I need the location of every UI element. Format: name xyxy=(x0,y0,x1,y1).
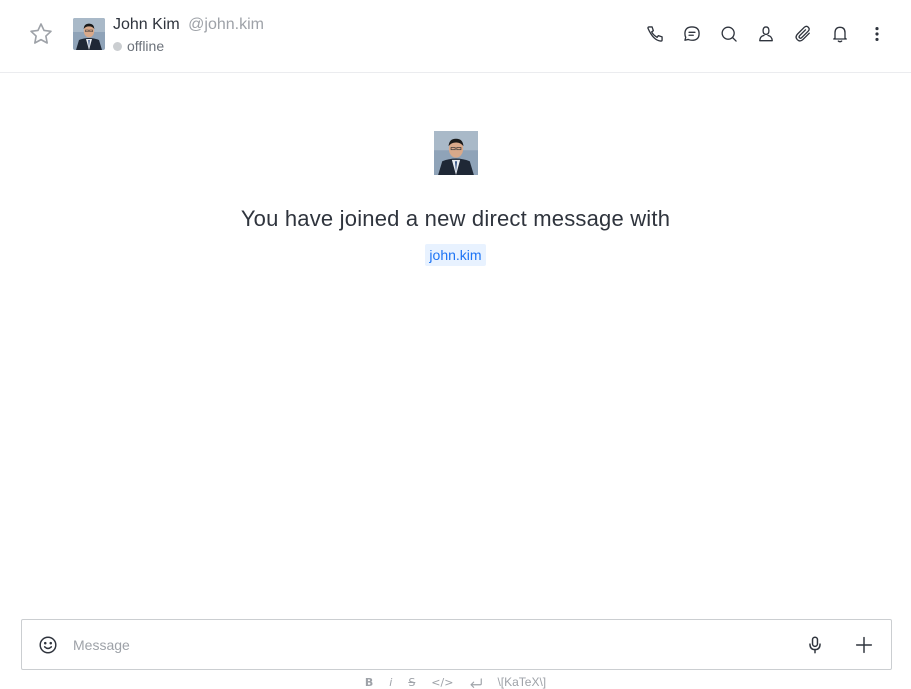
italic-button[interactable]: i xyxy=(389,676,392,689)
user-name: John Kim xyxy=(113,16,180,33)
bold-button[interactable]: B xyxy=(365,676,373,689)
multiline-icon[interactable] xyxy=(469,677,483,689)
star-icon[interactable] xyxy=(28,21,54,47)
avatar[interactable] xyxy=(73,18,105,50)
phone-icon xyxy=(647,26,663,42)
header-toolbar xyxy=(630,22,889,46)
bell-icon xyxy=(833,26,847,43)
message-composer xyxy=(21,619,892,670)
search-button[interactable] xyxy=(717,22,741,46)
status-text: offline xyxy=(127,38,165,54)
room-header: John Kim @john.kim offline xyxy=(0,0,911,73)
discussion-icon xyxy=(684,26,700,41)
room-title[interactable]: John Kim @john.kim xyxy=(113,16,264,34)
plus-icon[interactable] xyxy=(853,634,875,656)
intro-text: You have joined a new direct message wit… xyxy=(240,206,671,231)
user-info-button[interactable] xyxy=(754,22,778,46)
user-status: offline xyxy=(113,38,164,54)
code-button[interactable]: </> xyxy=(431,676,453,689)
status-dot-icon xyxy=(113,41,122,51)
user-icon xyxy=(759,26,773,42)
paperclip-icon xyxy=(795,25,810,42)
user-mention[interactable]: john.kim xyxy=(425,244,486,266)
kebab-icon xyxy=(875,27,879,41)
kebab-menu-button[interactable] xyxy=(865,22,889,46)
formatting-toolbar: B i S </> \[KaTeX\] xyxy=(0,676,911,689)
search-icon xyxy=(721,26,737,42)
strike-button[interactable]: S xyxy=(408,676,415,689)
room-intro: You have joined a new direct message wit… xyxy=(0,131,911,266)
files-button[interactable] xyxy=(791,22,815,46)
emoji-icon[interactable] xyxy=(37,634,59,656)
notifications-button[interactable] xyxy=(828,22,852,46)
call-button[interactable] xyxy=(643,22,667,46)
katex-button[interactable]: \[KaTeX\] xyxy=(497,676,546,689)
avatar[interactable] xyxy=(433,131,478,175)
discussion-button[interactable] xyxy=(680,22,704,46)
message-input[interactable] xyxy=(73,635,773,655)
microphone-icon[interactable] xyxy=(804,634,826,656)
user-handle: @john.kim xyxy=(188,16,264,33)
